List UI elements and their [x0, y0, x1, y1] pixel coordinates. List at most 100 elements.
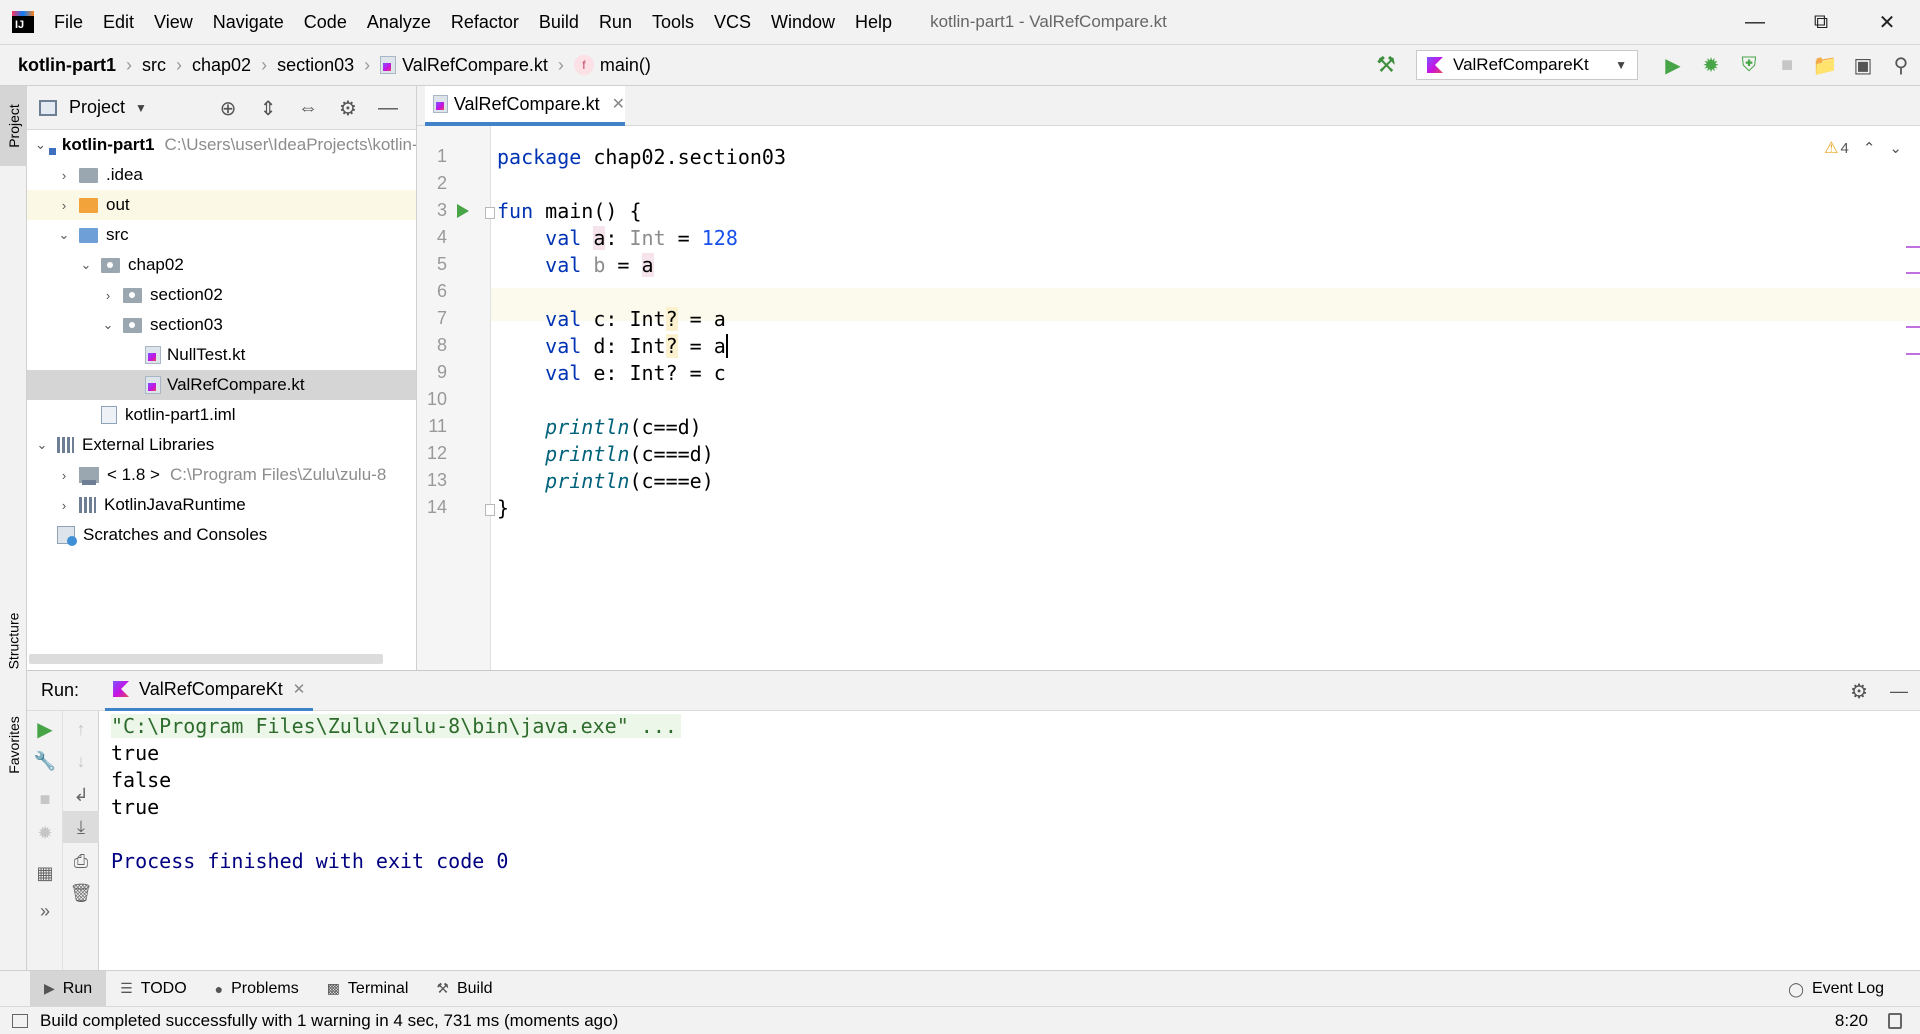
chevron-right-icon[interactable]: ›	[57, 468, 71, 483]
tree-item-valrefcompare[interactable]: ValRefCompare.kt	[27, 370, 416, 400]
breadcrumb-project[interactable]: kotlin-part1	[18, 55, 116, 76]
close-icon[interactable]: ✕	[1854, 0, 1920, 44]
more-icon[interactable]: »	[27, 895, 63, 927]
tool-tab-problems[interactable]: ● Problems	[201, 971, 313, 1007]
arrow-up-icon[interactable]: ↑	[63, 713, 99, 745]
console-output[interactable]: "C:\Program Files\Zulu\zulu-8\bin\java.e…	[99, 711, 1920, 971]
code-line-7[interactable]: val c: Int? = a	[497, 307, 726, 331]
menu-build[interactable]: Build	[539, 12, 579, 33]
tree-item-section02[interactable]: › section02	[27, 280, 416, 310]
fold-icon[interactable]	[485, 504, 495, 516]
trash-icon[interactable]: 🗑	[63, 877, 99, 909]
code-line-4[interactable]: val a: Int = 128	[497, 226, 738, 250]
tree-item-jdk[interactable]: › < 1.8 > C:\Program Files\Zulu\zulu-8	[27, 460, 416, 490]
status-message[interactable]: Build completed successfully with 1 warn…	[40, 1011, 618, 1031]
tree-item-src[interactable]: ⌄ src	[27, 220, 416, 250]
soft-wrap-icon[interactable]: ↲	[63, 779, 99, 811]
stop-icon[interactable]: ■	[1768, 45, 1806, 85]
tree-item-out[interactable]: › out	[27, 190, 416, 220]
tool-windows-toggle-icon[interactable]	[12, 1013, 28, 1028]
gear-icon[interactable]: ⚙	[328, 96, 368, 121]
tree-item-kotlin-runtime[interactable]: › KotlinJavaRuntime	[27, 490, 416, 520]
tool-tab-run[interactable]: ▶ Run	[30, 970, 107, 1007]
tree-item-iml[interactable]: kotlin-part1.iml	[27, 400, 416, 430]
tree-item-section03[interactable]: ⌄ section03	[27, 310, 416, 340]
code-line-11[interactable]: println(c==d)	[497, 415, 702, 439]
arrow-down-icon[interactable]: ↓	[63, 745, 99, 777]
inspection-widget[interactable]: ⚠ 4 ⌃ ⌄	[1824, 138, 1902, 158]
run-configuration-select[interactable]: ValRefCompareKt ▼	[1416, 50, 1638, 80]
caret-position[interactable]: 8:20	[1835, 1007, 1868, 1034]
menu-vcs[interactable]: VCS	[714, 12, 751, 33]
debug-icon[interactable]: ✹	[1692, 45, 1730, 85]
hide-panel-icon[interactable]: —	[368, 97, 408, 120]
rerun-icon[interactable]: ▶	[27, 713, 63, 745]
chevron-down-icon[interactable]: ⌄	[101, 317, 115, 333]
close-icon[interactable]: ✕	[612, 94, 625, 114]
menu-navigate[interactable]: Navigate	[213, 12, 284, 33]
menu-edit[interactable]: Edit	[103, 12, 134, 33]
tree-item-external-libraries[interactable]: ⌄ External Libraries	[27, 430, 416, 460]
hide-panel-icon[interactable]: —	[1890, 681, 1908, 702]
breadcrumb-function[interactable]: f main()	[573, 55, 651, 76]
menu-file[interactable]: File	[54, 12, 83, 33]
code-line-8[interactable]: val d: Int? = a	[497, 334, 728, 358]
chevron-down-icon[interactable]: ⌄	[1889, 139, 1902, 157]
collapse-all-icon[interactable]: ⇔	[288, 97, 328, 120]
run-anything-icon[interactable]: ▣	[1844, 45, 1882, 85]
tree-item-chap02[interactable]: ⌄ chap02	[27, 250, 416, 280]
print-icon[interactable]: ⎙	[63, 845, 99, 877]
chevron-down-icon[interactable]: ⌄	[79, 257, 93, 273]
chevron-right-icon[interactable]: ›	[101, 288, 115, 303]
project-tool-tab[interactable]: Project	[0, 86, 27, 166]
structure-tool-tab[interactable]: Structure	[0, 596, 27, 686]
editor-tab-valrefcompare[interactable]: ValRefCompare.kt ✕	[425, 86, 625, 126]
expand-all-icon[interactable]: ⇕	[248, 96, 288, 121]
tree-item-idea[interactable]: › .idea	[27, 160, 416, 190]
build-hammer-icon[interactable]: ⚒	[1374, 52, 1398, 77]
code-line-1[interactable]: package chap02.section03	[497, 145, 786, 169]
code-line-5[interactable]: val b = a	[497, 253, 654, 277]
tool-tab-build[interactable]: ⚒ Build	[422, 971, 506, 1007]
error-stripe-mark[interactable]	[1906, 272, 1920, 274]
tool-tab-terminal[interactable]: ▩ Terminal	[313, 971, 423, 1007]
restore-icon[interactable]: ⧉	[1788, 0, 1854, 44]
breadcrumb-section03[interactable]: section03	[277, 55, 354, 76]
menu-run[interactable]: Run	[599, 12, 632, 33]
menu-tools[interactable]: Tools	[652, 12, 694, 33]
tree-item-nulltest[interactable]: NullTest.kt	[27, 340, 416, 370]
horizontal-scrollbar[interactable]	[29, 654, 383, 664]
tree-item-scratches[interactable]: Scratches and Consoles	[27, 520, 416, 550]
project-structure-icon[interactable]: 📁	[1806, 45, 1844, 85]
fold-icon[interactable]	[485, 207, 495, 219]
layout-icon[interactable]: ▦	[27, 857, 63, 889]
error-stripe-mark[interactable]	[1906, 353, 1920, 355]
code-line-3[interactable]: fun main() {	[497, 199, 642, 223]
menu-view[interactable]: View	[154, 12, 193, 33]
stop-icon[interactable]: ■	[27, 783, 63, 815]
chevron-down-icon[interactable]: ▼	[135, 101, 147, 115]
menu-refactor[interactable]: Refactor	[451, 12, 519, 33]
menu-help[interactable]: Help	[855, 12, 892, 33]
breadcrumb-src[interactable]: src	[142, 55, 166, 76]
error-stripe-mark[interactable]	[1906, 326, 1920, 328]
menu-window[interactable]: Window	[771, 12, 835, 33]
tree-item-project-root[interactable]: ⌄ kotlin-part1 C:\Users\user\IdeaProject…	[27, 130, 416, 160]
lock-icon[interactable]	[1888, 1013, 1902, 1029]
favorites-tool-tab[interactable]: Favorites	[0, 700, 27, 790]
close-icon[interactable]: ✕	[293, 680, 306, 698]
scroll-to-end-icon[interactable]: ⤓	[63, 811, 99, 843]
project-view-selector[interactable]: Project	[69, 97, 125, 118]
menu-analyze[interactable]: Analyze	[367, 12, 431, 33]
coverage-icon[interactable]: ⛨	[1730, 45, 1768, 85]
chevron-right-icon[interactable]: ›	[57, 498, 71, 513]
chevron-down-icon[interactable]: ⌄	[35, 437, 49, 453]
error-stripe-mark[interactable]	[1906, 246, 1920, 248]
chevron-down-icon[interactable]: ⌄	[35, 137, 46, 153]
run-tab-valrefcomparekt[interactable]: ValRefCompareKt ✕	[105, 671, 314, 711]
run-main-gutter-icon[interactable]	[457, 204, 469, 218]
tool-tab-event-log[interactable]: ◯ Event Log	[1788, 971, 1884, 1007]
locate-file-icon[interactable]: ⊕	[208, 96, 248, 121]
chevron-right-icon[interactable]: ›	[57, 168, 71, 183]
chevron-down-icon[interactable]: ⌄	[57, 227, 71, 243]
